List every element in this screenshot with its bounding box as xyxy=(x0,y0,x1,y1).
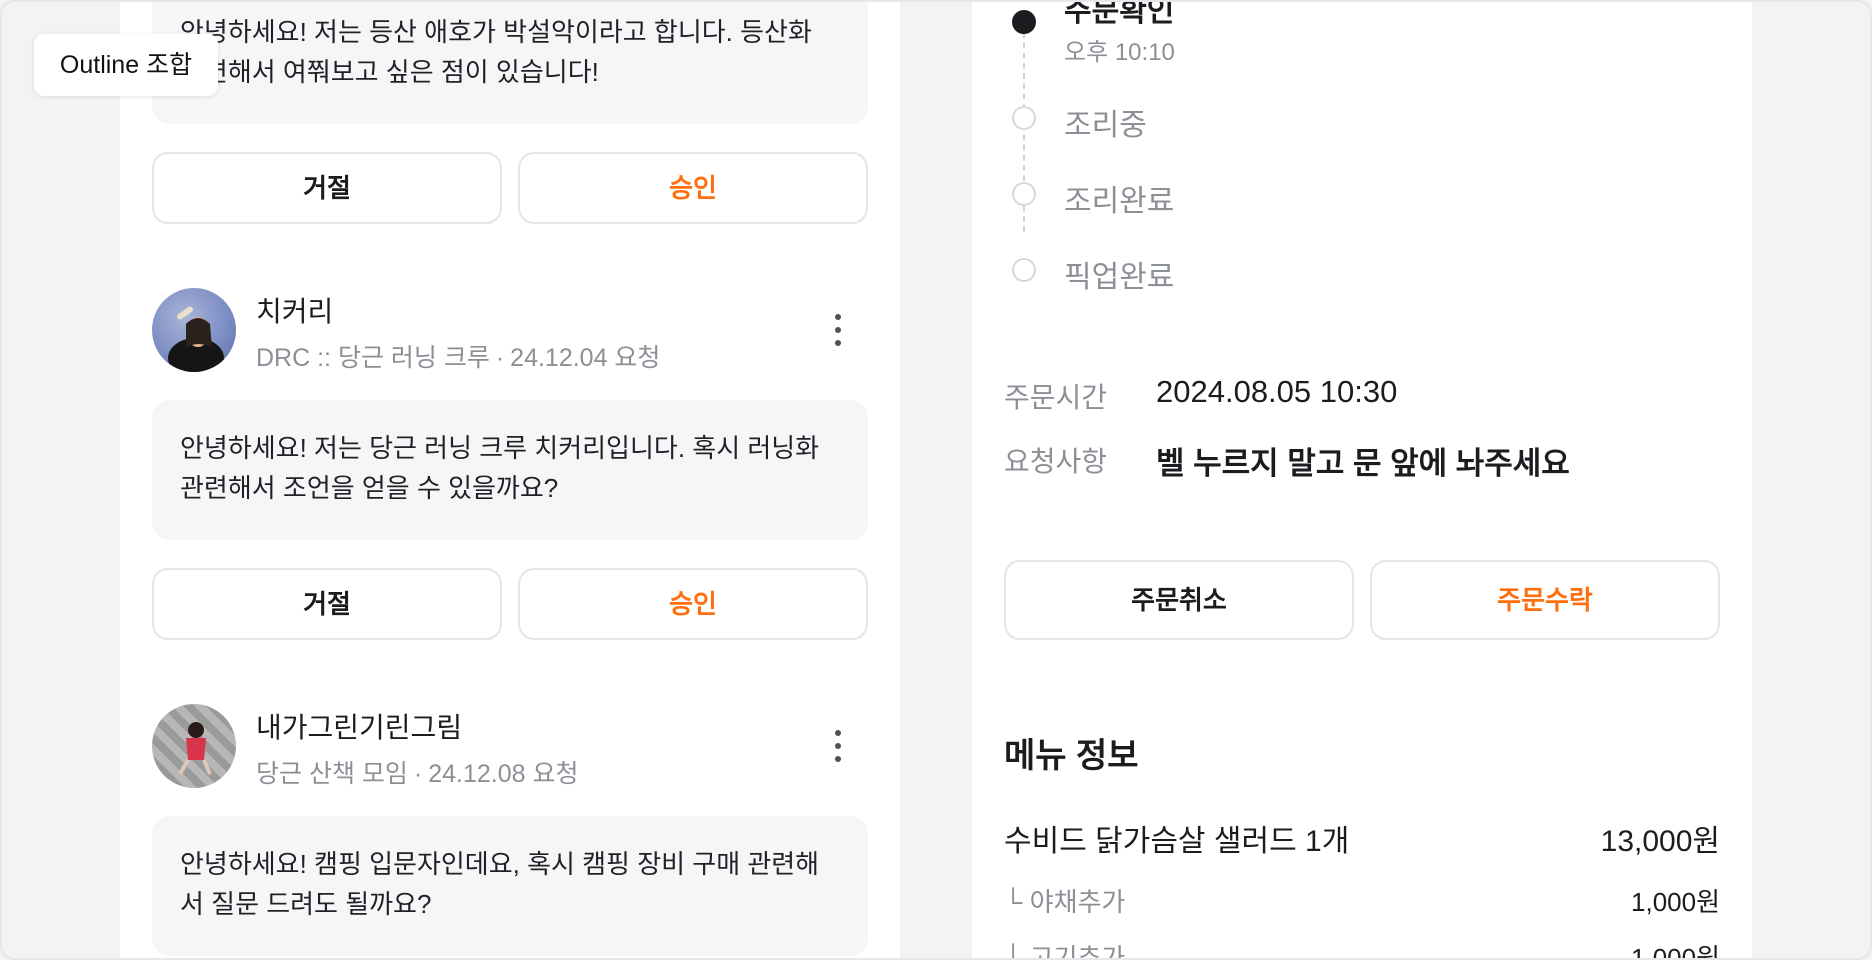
menu-item-price: 13,000원 xyxy=(1600,825,1720,858)
request-date: 24.12.04 요청 xyxy=(510,344,661,372)
join-request-panel: 안녕하세요! 저는 등산 애호가 박설악이라고 합니다. 등산화 관련해서 여쭤… xyxy=(120,0,900,960)
request-message: 안녕하세요! 저는 당근 러닝 크루 치커리입니다. 혹시 러닝화 관련해서 조… xyxy=(152,400,868,540)
request-message-text: 안녕하세요! 저는 당근 러닝 크루 치커리입니다. 혹시 러닝화 관련해서 조… xyxy=(180,433,820,503)
request-note-label: 요청사항 xyxy=(1004,446,1108,477)
group-name: 당근 산책 모임 xyxy=(256,760,408,788)
request-note-value: 벨 누르지 말고 문 앞에 놔주세요 xyxy=(1156,446,1570,481)
request-message-text: 안녕하세요! 저는 등산 애호가 박설악이라고 합니다. 등산화 관련해서 여쭤… xyxy=(180,17,812,87)
requester-name: 내가그린기린그림 xyxy=(256,712,463,743)
approve-button[interactable]: 승인 xyxy=(518,568,868,640)
request-meta: DRC :: 당근 러닝 크루 · 24.12.04 요청 xyxy=(256,338,660,374)
order-time-label: 주문시간 xyxy=(1004,382,1108,413)
more-options-icon[interactable] xyxy=(828,310,848,350)
timeline-step-label: 픽업완료 xyxy=(1064,261,1175,294)
timeline-step-label: 주문확인 xyxy=(1064,0,1175,28)
order-time-value: 2024.08.05 10:30 xyxy=(1156,374,1398,409)
menu-option-name: └ 고기추가 xyxy=(1004,943,1126,960)
separator-dot: · xyxy=(495,344,505,372)
accept-order-button[interactable]: 주문수락 xyxy=(1370,560,1720,640)
timeline-step-icon xyxy=(1012,258,1036,282)
reject-button[interactable]: 거절 xyxy=(152,152,502,224)
request-meta: 당근 산책 모임 · 24.12.08 요청 xyxy=(256,754,579,790)
request-date: 24.12.08 요청 xyxy=(428,760,579,788)
avatar[interactable] xyxy=(152,704,236,788)
request-message: 안녕하세요! 저는 등산 애호가 박설악이라고 합니다. 등산화 관련해서 여쭤… xyxy=(152,0,868,124)
order-detail-panel: 주문확인 오후 10:10 조리중 조리완료 픽업완료 주문시간 2024.08… xyxy=(972,0,1752,960)
avatar-image xyxy=(178,722,212,775)
cancel-order-button[interactable]: 주문취소 xyxy=(1004,560,1354,640)
request-message-text: 안녕하세요! 캠핑 입문자인데요, 혹시 캠핑 장비 구매 관련해서 질문 드려… xyxy=(180,849,820,919)
timeline-step-icon xyxy=(1012,182,1036,206)
requester-name: 치커리 xyxy=(256,296,334,327)
timeline-step-icon xyxy=(1012,106,1036,130)
more-options-icon[interactable] xyxy=(828,726,848,766)
reject-button[interactable]: 거절 xyxy=(152,568,502,640)
menu-info-title: 메뉴 정보 xyxy=(1004,737,1139,775)
request-message: 안녕하세요! 캠핑 입문자인데요, 혹시 캠핑 장비 구매 관련해서 질문 드려… xyxy=(152,816,868,956)
timeline-step-time: 오후 10:10 xyxy=(1064,39,1175,66)
timeline-step-label: 조리중 xyxy=(1064,109,1147,142)
menu-option-price: 1,000원 xyxy=(1631,943,1720,960)
menu-option-price: 1,000원 xyxy=(1631,887,1720,917)
avatar-image xyxy=(168,306,224,372)
group-name: DRC :: 당근 러닝 크루 xyxy=(256,344,490,372)
menu-option-name: └ 야채추가 xyxy=(1004,887,1126,917)
approve-button[interactable]: 승인 xyxy=(518,152,868,224)
outline-badge: Outline 조합 xyxy=(34,34,218,96)
avatar[interactable] xyxy=(152,288,236,372)
timeline-step-label: 조리완료 xyxy=(1064,185,1175,218)
separator-dot: · xyxy=(413,760,423,788)
menu-item-name: 수비드 닭가슴살 샐러드 1개 xyxy=(1004,825,1350,858)
timeline-step-icon xyxy=(1012,10,1036,34)
